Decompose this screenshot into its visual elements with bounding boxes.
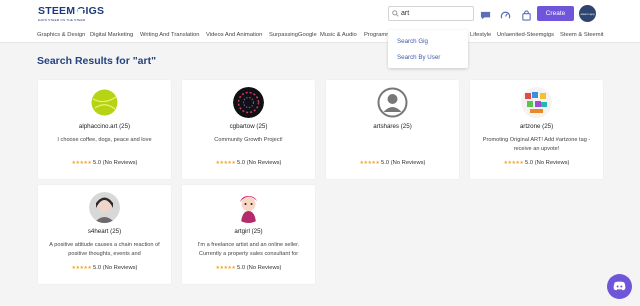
discord-chat-button[interactable] [607, 274, 632, 299]
user-rating: ★★★★★ 5.0 (No Reviews) [71, 265, 138, 271]
search-icon [389, 7, 401, 20]
page-title: Search Results for "art" [37, 55, 157, 67]
rating-stars: ★★★★★ [215, 265, 236, 271]
rating-stars: ★★★★★ [215, 160, 236, 166]
user-avatar-colorful [521, 87, 552, 118]
shopping-bag-icon[interactable] [521, 8, 532, 21]
discord-icon [613, 279, 626, 294]
user-rating: ★★★★★ 5.0 (No Reviews) [359, 160, 426, 166]
search-input[interactable] [401, 10, 467, 17]
user-description: A positive attitude causes a chain react… [49, 242, 160, 257]
user-card[interactable]: artzone (25) Promoting Original ART! Add… [470, 80, 603, 179]
user-avatar-green-ball [89, 87, 120, 118]
category-videos-animation[interactable]: Videos And Animation [206, 32, 262, 38]
user-name[interactable]: cgbartow (25) [182, 123, 315, 130]
top-header: STEEM GIGS EARN STEEM ON THE STEEM Creat… [0, 0, 640, 30]
category-writing-translation[interactable]: Writing And Translation [140, 32, 200, 38]
search-box[interactable] [388, 6, 474, 21]
search-gig-option[interactable]: Search Gig [397, 38, 428, 45]
user-rating: ★★★★★ 5.0 (No Reviews) [503, 160, 570, 166]
category-digital-marketing[interactable]: Digital Marketing [90, 32, 133, 38]
user-avatar-portrait [89, 192, 120, 223]
rating-stars: ★★★★★ [503, 160, 524, 166]
create-button[interactable]: Create [537, 6, 574, 21]
category-unlaenited-steemgigs[interactable]: Unlaenited-Steemgigs [497, 32, 554, 38]
user-name[interactable]: artgirl (25) [182, 228, 315, 235]
user-name[interactable]: alphaccino.art (25) [38, 123, 171, 130]
chat-icon[interactable] [480, 8, 491, 20]
rating-stars: ★★★★★ [359, 160, 380, 166]
steemgigs-logo[interactable]: STEEM GIGS EARN STEEM ON THE STEEM [38, 5, 104, 25]
user-card[interactable]: artgirl (25) I'm a freelance artist and … [182, 185, 315, 284]
search-by-user-option[interactable]: Search By User [397, 54, 440, 61]
category-music-audio[interactable]: Music & Audio [320, 32, 357, 38]
user-name[interactable]: artzone (25) [470, 123, 603, 130]
category-lifestyle[interactable]: Lifestyle [470, 32, 491, 38]
user-name[interactable]: s4heart (25) [38, 228, 171, 235]
search-dropdown: Search Gig Search By User [388, 30, 468, 68]
user-card[interactable]: s4heart (25) A positive attitude causes … [38, 185, 171, 284]
user-avatar-cartoon [233, 192, 264, 223]
category-steem-steemit[interactable]: Steem & Steemit [560, 32, 604, 38]
dashboard-gauge-icon[interactable] [500, 8, 511, 19]
category-surpassinggoogle[interactable]: SurpassingGoogle [269, 32, 317, 38]
user-description [334, 136, 451, 153]
default-user-icon [377, 87, 408, 118]
user-rating: ★★★★★ 5.0 (No Reviews) [71, 160, 138, 166]
user-description: Community Growth Project! [214, 137, 283, 143]
category-graphics-design[interactable]: Graphics & Design [37, 32, 85, 38]
rating-stars: ★★★★★ [71, 160, 92, 166]
rating-stars: ★★★★★ [71, 265, 92, 271]
user-card[interactable]: artshares (25) ★★★★★ 5.0 (No Reviews) [326, 80, 459, 179]
user-rating: ★★★★★ 5.0 (No Reviews) [215, 265, 282, 271]
user-card[interactable]: cgbartow (25) Community Growth Project! … [182, 80, 315, 179]
user-description: I'm a freelance artist and an online sel… [197, 242, 300, 257]
user-avatar-dark-circle [233, 87, 264, 118]
user-description: I choose coffee, dogs, peace and love [57, 137, 152, 143]
user-rating: ★★★★★ 5.0 (No Reviews) [215, 160, 282, 166]
user-description: Promoting Original ART! Add #artzone tag… [482, 137, 591, 152]
user-name[interactable]: artshares (25) [326, 123, 459, 130]
category-nav: Graphics & Design Digital Marketing Writ… [0, 30, 640, 43]
user-avatar[interactable]: steem app [579, 5, 596, 22]
user-card[interactable]: alphaccino.art (25) I choose coffee, dog… [38, 80, 171, 179]
